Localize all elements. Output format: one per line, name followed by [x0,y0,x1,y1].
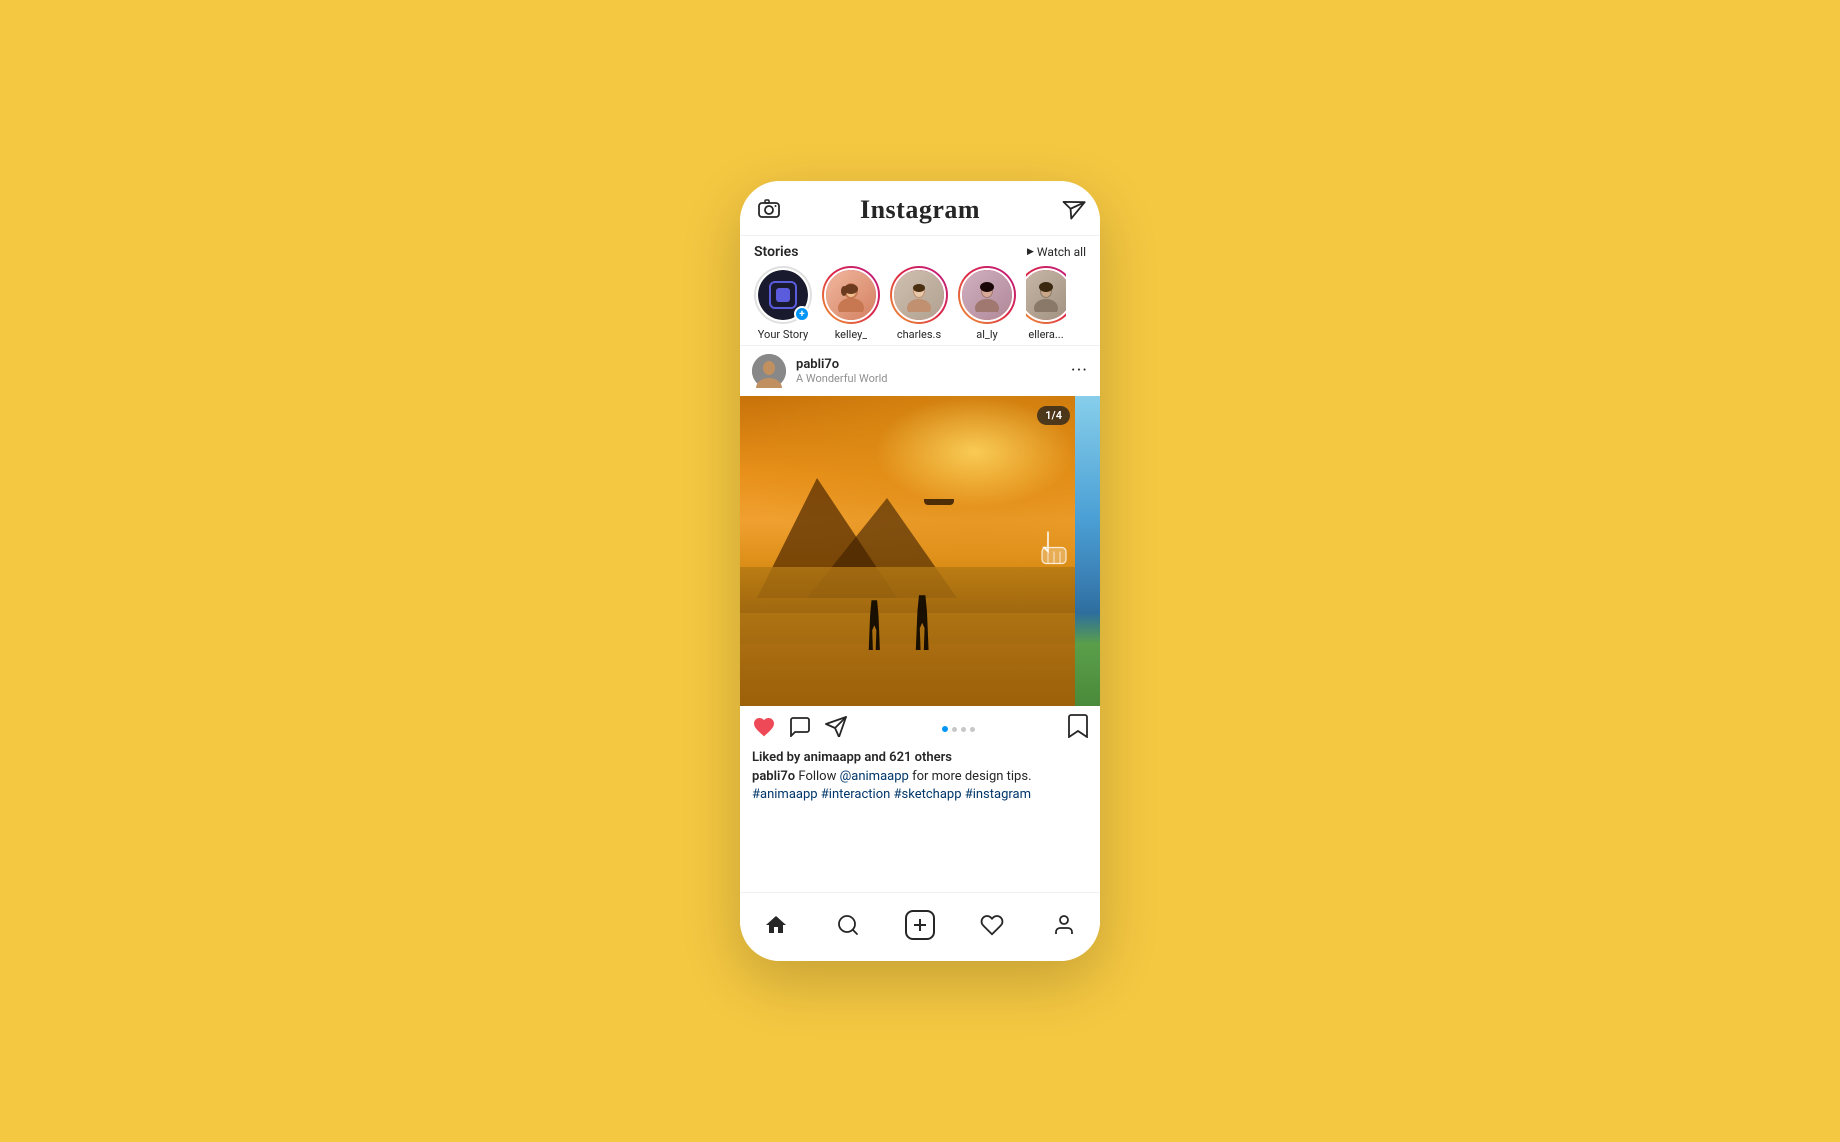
phone-frame: Instagram Stories ▶ Watch all [740,181,1100,961]
nav-profile-button[interactable] [1042,903,1086,947]
story-item-aly[interactable]: al_ly [958,266,1016,341]
aly-avatar-wrapper [958,266,1016,324]
post-caption: pabli7o Follow @animaapp for more design… [752,768,1088,804]
ella-avatar-inner [1026,268,1066,322]
direct-message-icon[interactable] [1056,194,1086,227]
kelley-username: kelley_ [835,328,868,341]
post-actions [740,706,1100,748]
share-button[interactable] [824,715,848,743]
post-image[interactable]: 1/4 [740,396,1100,706]
sand [740,613,1075,706]
charles-avatar-inner [892,268,946,322]
swipe-cursor [1038,530,1070,573]
like-button[interactable] [752,715,776,743]
kelley-avatar-wrapper [822,266,880,324]
stories-list: + Your Story [740,266,1100,341]
bookmark-button[interactable] [1068,714,1088,744]
actions-left [752,715,848,743]
your-story-label: Your Story [758,328,808,341]
nav-home-button[interactable] [754,903,798,947]
story-item-kelley[interactable]: kelley_ [822,266,880,341]
aly-username: al_ly [976,328,998,341]
post-more-button[interactable]: ··· [1071,362,1088,380]
story-item-charles[interactable]: charles.s [890,266,948,341]
watch-all-label: Watch all [1037,245,1086,259]
square-icon [769,281,797,309]
camera-icon[interactable] [758,198,780,223]
post-user-avatar [752,354,786,388]
ella-avatar-bg [1026,270,1066,320]
story-item-ella[interactable]: ellera... [1026,266,1066,341]
likes-count: Liked by animaapp and 621 others [752,750,1088,765]
post-subtitle: A Wonderful World [796,372,1061,385]
ella-username: ellera... [1028,328,1063,341]
charles-avatar-bg [894,270,944,320]
caption-username[interactable]: pabli7o [752,769,795,784]
nav-activity-button[interactable] [970,903,1014,947]
post-username: pabli7o [796,357,1061,372]
post-header: pabli7o A Wonderful World ··· [740,346,1100,396]
bottom-nav [740,892,1100,961]
caption-hashtags: #animaapp #interaction #sketchapp #insta… [752,787,1031,802]
aly-avatar-inner [960,268,1014,322]
next-image-preview [1075,396,1100,706]
caption-action: Follow [798,769,839,784]
boat [924,499,954,505]
dot-2 [952,727,957,732]
play-icon: ▶ [1027,247,1034,257]
caption-text: for more design tips. [912,769,1031,784]
post-container: pabli7o A Wonderful World ··· [740,346,1100,892]
charles-avatar-wrapper [890,266,948,324]
dot-4 [970,727,975,732]
stories-bar: Stories ▶ Watch all + Your Story [740,236,1100,346]
comment-button[interactable] [788,715,812,743]
aly-avatar-bg [962,270,1012,320]
app-header: Instagram [740,181,1100,236]
dot-1 [942,726,948,732]
kelley-avatar-inner [824,268,878,322]
caption-mention[interactable]: @animaapp [840,769,909,784]
add-story-badge: + [794,306,810,322]
post-user-info: pabli7o A Wonderful World [796,357,1061,385]
post-image-container: 1/4 [740,396,1100,706]
ella-avatar-wrapper [1026,266,1066,324]
watch-all-button[interactable]: ▶ Watch all [1027,245,1086,259]
nav-add-button[interactable] [898,903,942,947]
image-counter: 1/4 [1037,406,1070,425]
beach-scene [740,396,1075,706]
dot-3 [961,727,966,732]
charles-username: charles.s [897,328,941,341]
your-story-avatar-wrapper: + [754,266,812,324]
dot-indicators [848,726,1068,732]
stories-label: Stories [754,244,798,260]
nav-search-button[interactable] [826,903,870,947]
story-item-your-story[interactable]: + Your Story [754,266,812,341]
post-text: Liked by animaapp and 621 others pabli7o… [740,748,1100,812]
kelley-avatar-bg [826,270,876,320]
stories-header: Stories ▶ Watch all [740,244,1100,266]
app-title: Instagram [860,195,980,225]
add-post-icon [905,910,935,940]
